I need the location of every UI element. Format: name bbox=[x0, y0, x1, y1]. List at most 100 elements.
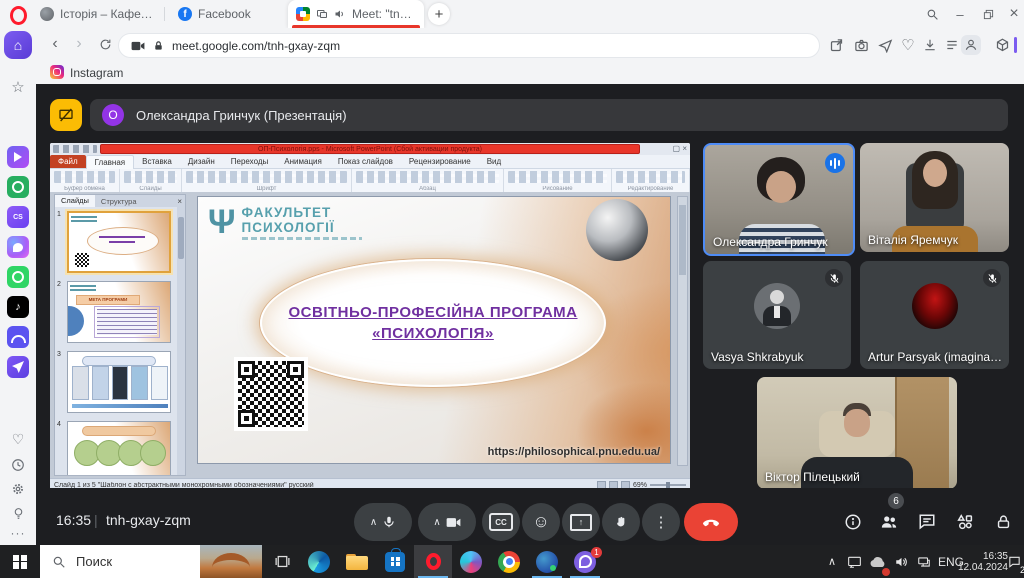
tile-artur[interactable]: Artur Parsyak (imagina… bbox=[860, 261, 1009, 369]
restore-button[interactable] bbox=[978, 4, 998, 24]
settings-gear-icon[interactable] bbox=[7, 478, 29, 500]
mic-button[interactable]: ∧ bbox=[354, 503, 412, 541]
address-bar[interactable]: meet.google.com/tnh-gxay-zqm bbox=[118, 33, 820, 58]
captions-button[interactable]: CC bbox=[482, 503, 520, 541]
tab-sharing-icon bbox=[316, 8, 328, 20]
close-button[interactable]: × bbox=[1004, 4, 1024, 24]
reading-list-icon[interactable] bbox=[942, 35, 962, 55]
tray-volume-icon[interactable] bbox=[890, 545, 912, 578]
participant-name: Віталія Яремчук bbox=[868, 233, 958, 247]
participant-name: Віктор Пілецький bbox=[765, 470, 860, 484]
ppt-group-editing: Редактирование bbox=[612, 169, 690, 192]
ppt-panel-tab-slides: Слайды bbox=[55, 195, 95, 207]
tray-clock[interactable]: 16:35 12.04.2024 bbox=[964, 545, 1008, 578]
taskbar-webex[interactable] bbox=[528, 545, 566, 578]
sidebar-more-icon[interactable]: ··· bbox=[7, 522, 29, 544]
microsoft-store-icon bbox=[385, 552, 405, 572]
tab-search-button[interactable] bbox=[922, 4, 942, 24]
opera-logo[interactable] bbox=[10, 6, 27, 25]
participant-count-badge: 6 bbox=[888, 493, 904, 509]
ppt-group-font: Шрифт bbox=[182, 169, 352, 192]
logo-line-2: ПСИХОЛОГІЇ bbox=[242, 220, 362, 235]
slide-thumbnail-4 bbox=[67, 421, 171, 476]
tray-expand-chevron[interactable]: ∧ bbox=[822, 545, 842, 578]
chatsonic-icon[interactable]: CS bbox=[7, 206, 29, 228]
taskbar-store[interactable] bbox=[376, 545, 414, 578]
tips-bulb-icon[interactable] bbox=[7, 502, 29, 524]
tray-cast-icon[interactable] bbox=[843, 545, 865, 578]
bookmarks-star-icon[interactable]: ☆ bbox=[7, 76, 29, 98]
reload-button[interactable] bbox=[94, 33, 116, 55]
telegram-icon[interactable] bbox=[7, 356, 29, 378]
people-button[interactable] bbox=[878, 511, 900, 533]
present-button[interactable]: ↑ bbox=[562, 503, 600, 541]
bookmark-instagram[interactable]: Instagram bbox=[70, 66, 123, 80]
presentation-chip[interactable] bbox=[50, 99, 82, 131]
camera-button[interactable]: ∧ bbox=[418, 503, 476, 541]
meeting-details-button[interactable] bbox=[842, 511, 864, 533]
tab-history-site[interactable]: Історія – Кафедра соціал bbox=[32, 0, 164, 28]
ppt-panel-close-icon: × bbox=[177, 197, 185, 206]
tile-viktor[interactable]: Віктор Пілецький bbox=[757, 377, 957, 489]
activities-button[interactable] bbox=[954, 511, 976, 533]
bookmarks-bar: Instagram bbox=[36, 62, 1024, 84]
history-clock-icon[interactable] bbox=[7, 454, 29, 476]
likes-heart-icon[interactable]: ♡ bbox=[7, 428, 29, 450]
ppt-group-slides: Слайды bbox=[120, 169, 182, 192]
ppt-tab: Анимация bbox=[276, 155, 330, 168]
tiktok-icon[interactable]: ♪ bbox=[7, 296, 29, 318]
taskbar-edge[interactable] bbox=[300, 545, 338, 578]
tab-facebook[interactable]: f Facebook bbox=[170, 0, 266, 28]
presenter-banner: О Олександра Гринчук (Презентація) bbox=[90, 99, 1008, 131]
send-to-flow-icon[interactable] bbox=[875, 35, 895, 55]
start-button[interactable] bbox=[0, 545, 40, 578]
mic-off-icon bbox=[825, 269, 843, 287]
end-call-button[interactable] bbox=[684, 503, 738, 541]
raise-hand-button[interactable] bbox=[602, 503, 640, 541]
tile-vasya[interactable]: Vasya Shkrabyuk bbox=[703, 261, 851, 369]
taskbar-explorer[interactable] bbox=[338, 545, 376, 578]
reactions-button[interactable]: ☺ bbox=[522, 503, 560, 541]
address-row: ⌂ ‹ › meet.google.com/tnh-gxay-zqm ♡ bbox=[0, 28, 1024, 62]
camera-options-chevron-icon[interactable]: ∧ bbox=[433, 517, 440, 528]
tile-vitaliia[interactable]: Віталія Яремчук bbox=[860, 143, 1009, 252]
ppt-ribbon-tabs: Файл Главная Вставка Дизайн Переходы Ани… bbox=[50, 155, 690, 169]
mic-options-chevron-icon[interactable]: ∧ bbox=[370, 517, 377, 528]
minimize-button[interactable]: – bbox=[950, 4, 970, 24]
taskbar-viber[interactable]: 1 bbox=[566, 545, 604, 578]
player-headphones-icon[interactable] bbox=[7, 326, 29, 348]
participant-name: Олександра Гринчук bbox=[713, 235, 828, 249]
tab-meet-active[interactable]: Meet: "tnh-gxay-z bbox=[288, 0, 424, 28]
tile-oleksandra[interactable]: Олександра Гринчук bbox=[703, 143, 855, 256]
sidebar-home-button[interactable]: ⌂ bbox=[4, 31, 32, 59]
extensions-icon[interactable] bbox=[992, 35, 1012, 55]
taskbar-opera[interactable] bbox=[414, 545, 452, 578]
new-tab-button[interactable]: + bbox=[428, 3, 450, 25]
chat-button[interactable] bbox=[916, 511, 938, 533]
settings-app-icon[interactable] bbox=[7, 176, 29, 198]
more-options-button[interactable]: ⋮ bbox=[642, 503, 680, 541]
downloads-icon[interactable] bbox=[920, 35, 940, 55]
tray-network-icon[interactable] bbox=[913, 545, 935, 578]
snapshot-icon[interactable] bbox=[851, 35, 871, 55]
messenger-icon[interactable] bbox=[7, 236, 29, 258]
favorites-heart-icon[interactable]: ♡ bbox=[898, 35, 918, 55]
profile-icon[interactable] bbox=[961, 35, 981, 55]
host-controls-button[interactable] bbox=[992, 511, 1014, 533]
task-view-button[interactable] bbox=[264, 545, 300, 578]
sidebar-accent-bar bbox=[1014, 37, 1017, 53]
back-button[interactable]: ‹ bbox=[44, 33, 66, 55]
share-page-icon[interactable] bbox=[826, 35, 846, 55]
taskbar-chrome[interactable] bbox=[490, 545, 528, 578]
slide-title-ellipse: ОСВІТНЬО-ПРОФЕСІЙНА ПРОГРАМА «ПСИХОЛОГІЯ… bbox=[260, 259, 606, 387]
forward-button[interactable]: › bbox=[68, 33, 90, 55]
action-center-button[interactable]: 2 bbox=[1004, 545, 1024, 578]
aria-icon[interactable] bbox=[7, 146, 29, 168]
meet-control-bar: 16:35 | tnh-gxay-zqm ∧ ∧ CC ☺ ↑ ⋮ 6 bbox=[36, 488, 1024, 545]
taskbar-copilot[interactable] bbox=[452, 545, 490, 578]
slide-thumbnail-1 bbox=[67, 211, 171, 273]
taskbar-search-box[interactable]: Поиск bbox=[40, 545, 262, 578]
tray-onedrive-icon[interactable] bbox=[866, 545, 888, 578]
ppt-tab-home: Главная bbox=[86, 155, 134, 169]
whatsapp-icon[interactable] bbox=[7, 266, 29, 288]
